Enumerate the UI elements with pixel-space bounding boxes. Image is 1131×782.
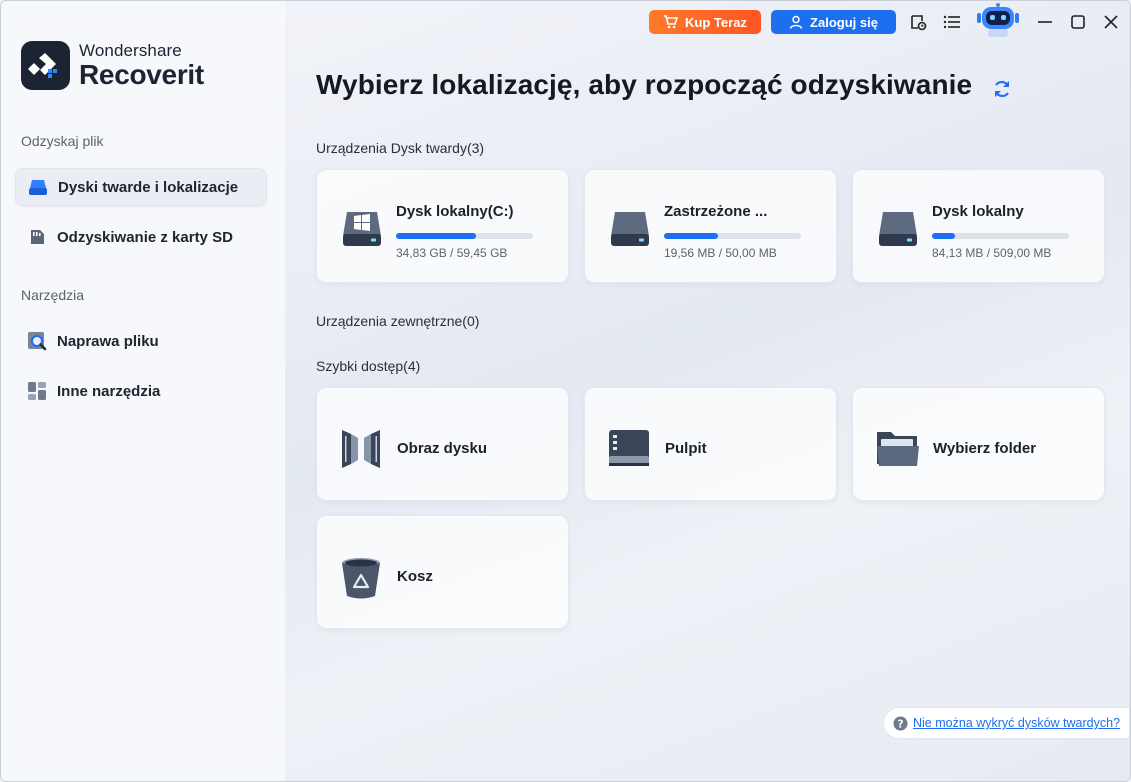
section-label-recover: Odzyskaj plik — [21, 133, 104, 149]
quick-access-recycle-bin[interactable]: Kosz — [316, 515, 569, 629]
close-icon[interactable] — [1100, 11, 1122, 33]
sidebar-item-other-tools[interactable]: Inne narzędzia — [15, 372, 267, 410]
buy-now-label: Kup Teraz — [685, 14, 747, 30]
quick-access-label: Wybierz folder — [933, 440, 1037, 457]
drive-size: 19,56 MB / 50,00 MB — [664, 246, 777, 260]
buy-now-button[interactable]: Kup Teraz — [649, 10, 761, 34]
login-label: Zaloguj się — [810, 14, 878, 30]
ai-robot-assistant-icon[interactable] — [973, 3, 1023, 39]
drive-name: Dysk lokalny — [932, 203, 1024, 220]
drive-size: 84,13 MB / 509,00 MB — [932, 246, 1052, 260]
tools-grid-icon — [27, 381, 47, 401]
refresh-icon[interactable] — [991, 78, 1013, 100]
section-label-tools: Narzędzia — [21, 287, 85, 303]
quick-access-desktop[interactable]: Pulpit — [584, 387, 837, 501]
file-repair-icon — [27, 331, 47, 351]
drive-card-reserved[interactable]: Zastrzeżone ... 19,56 MB / 50,00 MB — [584, 169, 837, 283]
quick-access-select-folder[interactable]: Wybierz folder — [852, 387, 1105, 501]
drive-card-local[interactable]: Dysk lokalny 84,13 MB / 509,00 MB — [852, 169, 1105, 283]
folder-icon — [875, 426, 921, 475]
quick-access-label: Pulpit — [665, 440, 707, 457]
task-history-icon[interactable] — [907, 11, 929, 33]
drive-usage-bar — [932, 233, 1069, 239]
sidebar-item-label: Odzyskiwanie z karty SD — [57, 228, 233, 246]
external-devices-section-label: Urządzenia zewnętrzne(0) — [316, 313, 480, 329]
main-content: Kup Teraz Zaloguj się Wybierz lokalizacj… — [285, 1, 1130, 781]
login-button[interactable]: Zaloguj się — [771, 10, 896, 34]
drive-icon — [609, 210, 651, 253]
desktop-icon — [607, 426, 651, 475]
quick-access-label: Obraz dysku — [397, 440, 488, 457]
help-link-container[interactable]: ? Nie można wykryć dysków twardych? — [883, 707, 1130, 739]
sidebar-item-file-repair[interactable]: Naprawa pliku — [15, 322, 267, 360]
sidebar-item-label: Naprawa pliku — [57, 332, 159, 350]
page-title: Wybierz lokalizację, aby rozpocząć odzys… — [316, 69, 973, 100]
drive-usage-bar — [664, 233, 801, 239]
windows-drive-icon — [341, 210, 383, 253]
drive-size: 34,83 GB / 59,45 GB — [396, 246, 508, 260]
quick-access-label: Kosz — [397, 568, 433, 585]
svg-text:?: ? — [897, 718, 903, 730]
sidebar-item-label: Inne narzędzia — [57, 382, 161, 400]
cannot-detect-drives-link[interactable]: Nie można wykryć dysków twardych? — [913, 716, 1120, 730]
drive-name: Dysk lokalny(C:) — [396, 203, 514, 220]
hard-drive-icon — [28, 177, 48, 197]
recycle-bin-icon — [339, 554, 383, 605]
drive-card-c[interactable]: Dysk lokalny(C:) 34,83 GB / 59,45 GB — [316, 169, 569, 283]
user-icon — [789, 15, 803, 29]
recoverit-logo-icon — [21, 41, 70, 90]
quick-access-section-label: Szybki dostęp(4) — [316, 358, 421, 374]
sidebar-item-hard-drives[interactable]: Dyski twarde i lokalizacje — [15, 168, 267, 206]
quick-access-disk-image[interactable]: Obraz dysku — [316, 387, 569, 501]
brand-name: Recoverit — [79, 59, 204, 90]
sd-card-icon — [27, 227, 47, 247]
minimize-icon[interactable] — [1034, 11, 1056, 33]
help-question-icon: ? — [893, 716, 908, 730]
maximize-icon[interactable] — [1067, 11, 1089, 33]
disk-image-icon — [339, 426, 383, 475]
drive-icon — [877, 210, 919, 253]
cart-icon — [664, 15, 679, 29]
app-window: Wondershare Recoverit Odzyskaj plik Dysk… — [0, 0, 1131, 782]
menu-list-icon[interactable] — [941, 11, 963, 33]
sidebar-item-sd-card[interactable]: Odzyskiwanie z karty SD — [15, 218, 267, 256]
drive-name: Zastrzeżone ... — [664, 203, 768, 220]
drive-usage-bar — [396, 233, 533, 239]
hard-drives-section-label: Urządzenia Dysk twardy(3) — [316, 140, 485, 156]
sidebar: Wondershare Recoverit Odzyskaj plik Dysk… — [1, 1, 285, 781]
app-logo: Wondershare Recoverit — [21, 41, 204, 90]
sidebar-item-label: Dyski twarde i lokalizacje — [58, 178, 239, 196]
brand-top: Wondershare — [79, 41, 182, 60]
